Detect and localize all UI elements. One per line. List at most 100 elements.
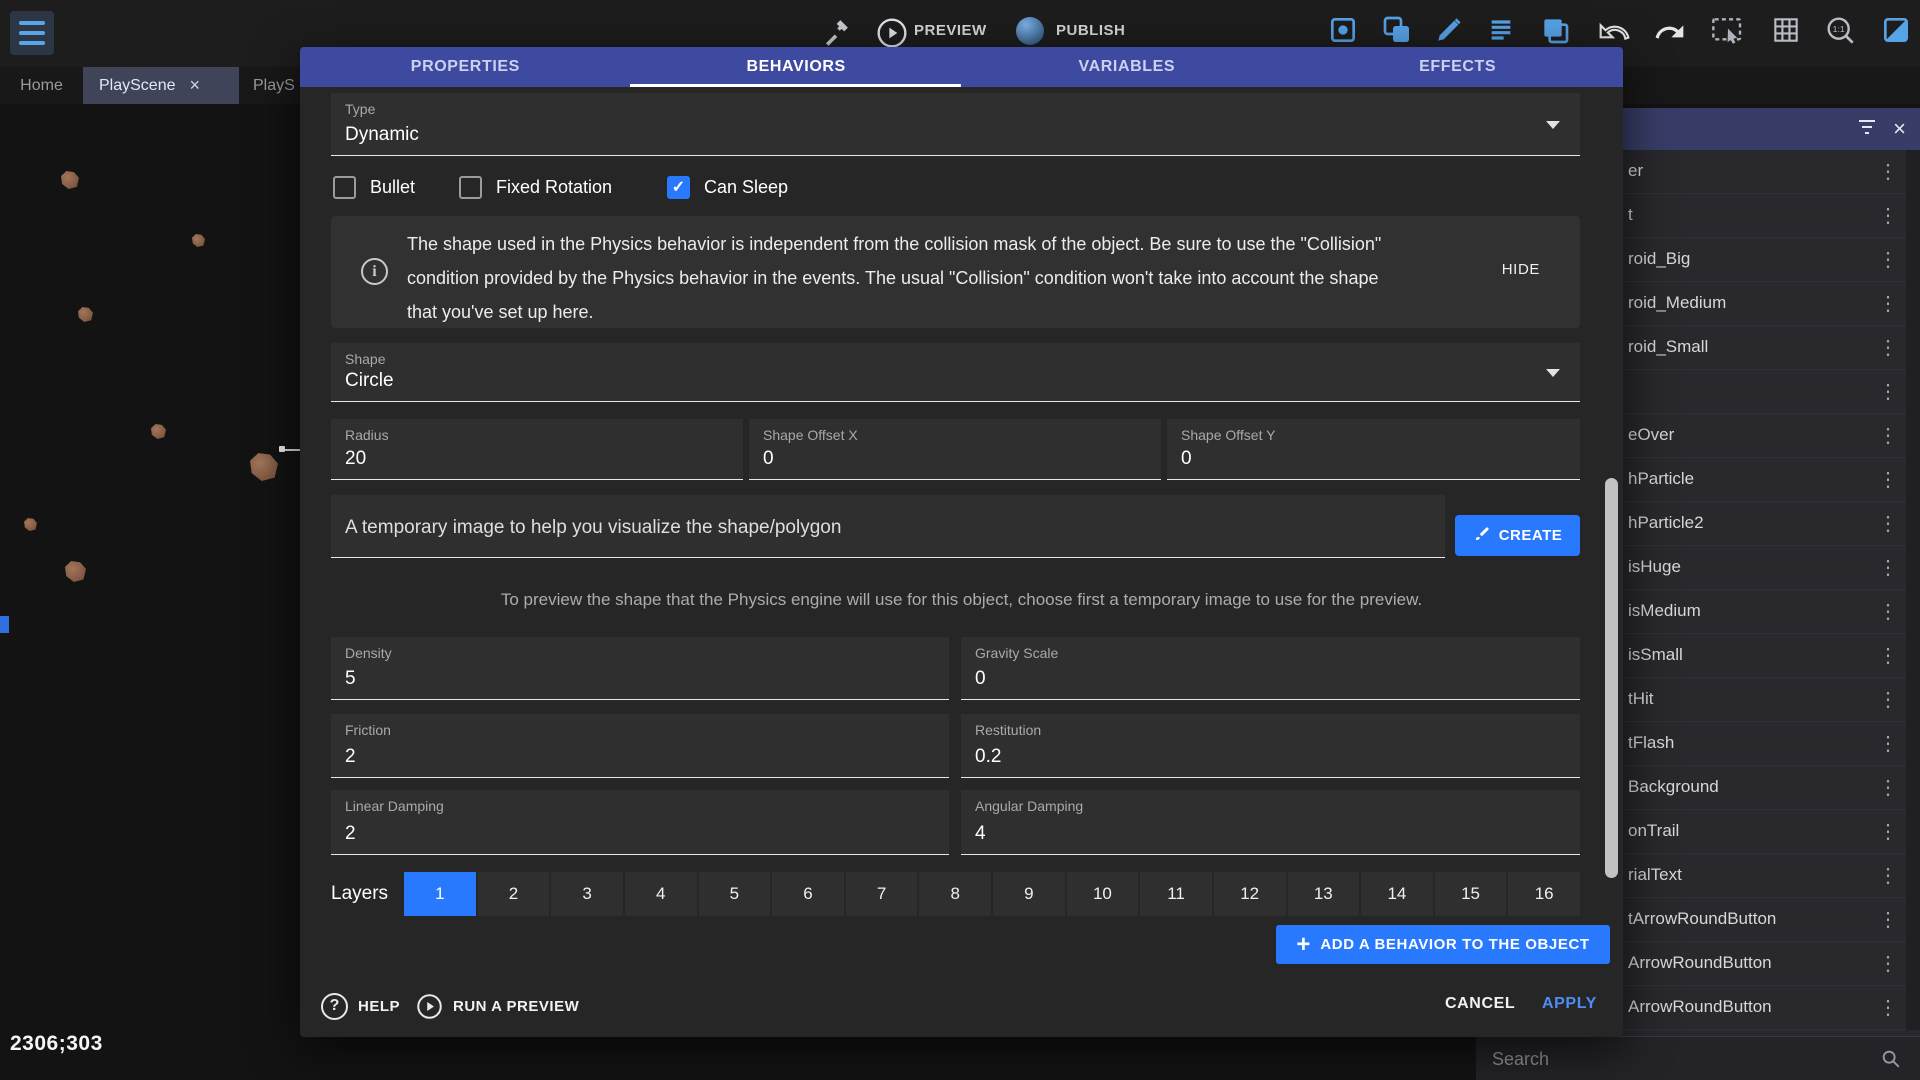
object-menu-icon[interactable]: ⋮ <box>1878 688 1898 712</box>
preview-play-icon[interactable] <box>874 15 910 51</box>
layer-button-14[interactable]: 14 <box>1361 872 1433 916</box>
physics-behavior-dialog: PROPERTIES BEHAVIORS VARIABLES EFFECTS T… <box>300 47 1623 1037</box>
layer-button-4[interactable]: 4 <box>625 872 697 916</box>
tab-properties[interactable]: PROPERTIES <box>300 47 631 87</box>
layers-editor-icon[interactable] <box>1537 12 1573 48</box>
selection-handle-dot[interactable] <box>279 446 285 452</box>
tab-behaviors[interactable]: BEHAVIORS <box>631 47 962 87</box>
layer-button-9[interactable]: 9 <box>993 872 1065 916</box>
run-preview-button[interactable]: RUN A PREVIEW <box>416 986 579 1026</box>
layer-button-7[interactable]: 7 <box>846 872 918 916</box>
cancel-button[interactable]: CANCEL <box>1445 995 1515 1013</box>
restitution-field[interactable]: Restitution 0.2 <box>961 714 1580 778</box>
layer-button-5[interactable]: 5 <box>699 872 771 916</box>
layer-button-15[interactable]: 15 <box>1435 872 1507 916</box>
tab-home[interactable]: Home <box>0 67 83 104</box>
fixed-rotation-checkbox[interactable]: Fixed Rotation <box>459 171 612 203</box>
shape-offset-x-field[interactable]: Shape Offset X 0 <box>749 419 1161 480</box>
object-menu-icon[interactable]: ⋮ <box>1878 820 1898 844</box>
object-menu-icon[interactable]: ⋮ <box>1878 380 1898 404</box>
object-menu-icon[interactable]: ⋮ <box>1878 248 1898 272</box>
tab-playscene[interactable]: PlayScene × <box>83 67 239 104</box>
layer-button-2[interactable]: 2 <box>478 872 550 916</box>
close-panel-icon[interactable]: × <box>1893 118 1906 140</box>
object-menu-icon[interactable]: ⋮ <box>1878 644 1898 668</box>
asteroid-sprite-selected[interactable] <box>250 453 278 481</box>
zoom-1-1-icon[interactable]: 1:1 <box>1822 12 1858 48</box>
gdevelop-editor: 2306;303 × er⋮ t⋮ roid_Big⋮ roid_Medium⋮… <box>0 0 1920 1080</box>
object-menu-icon[interactable]: ⋮ <box>1878 160 1898 184</box>
layer-button-11[interactable]: 11 <box>1140 872 1212 916</box>
objects-search-input[interactable] <box>1492 1045 1862 1073</box>
panel-scrollbar[interactable] <box>1906 150 1920 1030</box>
asteroid-sprite[interactable] <box>24 518 37 531</box>
layer-button-16[interactable]: 16 <box>1508 872 1580 916</box>
hide-button[interactable]: HIDE <box>1502 261 1540 278</box>
asteroid-sprite[interactable] <box>151 424 166 439</box>
mask-icon[interactable] <box>1878 12 1914 48</box>
layer-button-6[interactable]: 6 <box>772 872 844 916</box>
main-menu-icon[interactable] <box>10 11 54 55</box>
asteroid-sprite[interactable] <box>65 561 86 582</box>
object-menu-icon[interactable]: ⋮ <box>1878 996 1898 1020</box>
layer-button-1[interactable]: 1 <box>404 872 476 916</box>
add-behavior-button[interactable]: + ADD A BEHAVIOR TO THE OBJECT <box>1276 925 1610 964</box>
object-menu-icon[interactable]: ⋮ <box>1878 600 1898 624</box>
properties-edit-icon[interactable] <box>1431 12 1467 48</box>
object-menu-icon[interactable]: ⋮ <box>1878 336 1898 360</box>
type-select[interactable]: Type Dynamic <box>331 93 1580 156</box>
undo-icon[interactable] <box>1596 14 1632 50</box>
radius-field[interactable]: Radius 20 <box>331 419 743 480</box>
close-tab-icon[interactable]: × <box>190 75 201 96</box>
publish-button[interactable]: PUBLISH <box>1056 15 1125 47</box>
shape-select[interactable]: Shape Circle <box>331 343 1580 402</box>
temp-image-field[interactable]: A temporary image to help you visualize … <box>331 495 1445 558</box>
chevron-down-icon <box>1546 369 1560 377</box>
tab-effects[interactable]: EFFECTS <box>1292 47 1623 87</box>
object-menu-icon[interactable]: ⋮ <box>1878 556 1898 580</box>
build-hammer-icon[interactable] <box>818 14 854 50</box>
bullet-checkbox[interactable]: Bullet <box>333 171 415 203</box>
object-menu-icon[interactable]: ⋮ <box>1878 776 1898 800</box>
layer-button-13[interactable]: 13 <box>1288 872 1360 916</box>
objects-editor-icon[interactable] <box>1325 12 1361 48</box>
redo-icon[interactable] <box>1652 14 1688 50</box>
object-menu-icon[interactable]: ⋮ <box>1878 952 1898 976</box>
angular-damping-field[interactable]: Angular Damping 4 <box>961 790 1580 855</box>
help-button[interactable]: ? HELP <box>321 986 400 1026</box>
create-button[interactable]: CREATE <box>1455 515 1580 556</box>
object-menu-icon[interactable]: ⋮ <box>1878 292 1898 316</box>
help-icon: ? <box>321 993 348 1020</box>
density-field[interactable]: Density 5 <box>331 637 949 700</box>
publish-globe-icon[interactable] <box>1016 17 1044 45</box>
asteroid-sprite[interactable] <box>78 307 93 322</box>
object-groups-icon[interactable] <box>1379 12 1415 48</box>
object-menu-icon[interactable]: ⋮ <box>1878 864 1898 888</box>
object-menu-icon[interactable]: ⋮ <box>1878 468 1898 492</box>
layer-button-3[interactable]: 3 <box>551 872 623 916</box>
apply-button[interactable]: APPLY <box>1542 995 1597 1013</box>
layer-button-8[interactable]: 8 <box>919 872 991 916</box>
friction-field[interactable]: Friction 2 <box>331 714 949 778</box>
edge-selection-marker[interactable] <box>0 616 9 633</box>
filter-icon[interactable] <box>1855 115 1879 144</box>
asteroid-sprite[interactable] <box>61 171 79 189</box>
instances-list-icon[interactable] <box>1483 12 1519 48</box>
object-menu-icon[interactable]: ⋮ <box>1878 512 1898 536</box>
gravity-scale-field[interactable]: Gravity Scale 0 <box>961 637 1580 700</box>
dialog-scrollbar-thumb[interactable] <box>1605 478 1618 878</box>
object-menu-icon[interactable]: ⋮ <box>1878 732 1898 756</box>
tab-variables[interactable]: VARIABLES <box>962 47 1293 87</box>
object-menu-icon[interactable]: ⋮ <box>1878 204 1898 228</box>
shape-offset-y-field[interactable]: Shape Offset Y 0 <box>1167 419 1580 480</box>
object-menu-icon[interactable]: ⋮ <box>1878 908 1898 932</box>
layer-button-10[interactable]: 10 <box>1067 872 1139 916</box>
linear-damping-field[interactable]: Linear Damping 2 <box>331 790 949 855</box>
preview-button[interactable]: PREVIEW <box>914 15 987 47</box>
layer-button-12[interactable]: 12 <box>1214 872 1286 916</box>
can-sleep-checkbox[interactable]: ✓ Can Sleep <box>667 171 788 203</box>
object-menu-icon[interactable]: ⋮ <box>1878 424 1898 448</box>
asteroid-sprite[interactable] <box>192 234 205 247</box>
grid-icon[interactable] <box>1768 12 1804 48</box>
capture-selection-icon[interactable] <box>1706 12 1750 48</box>
